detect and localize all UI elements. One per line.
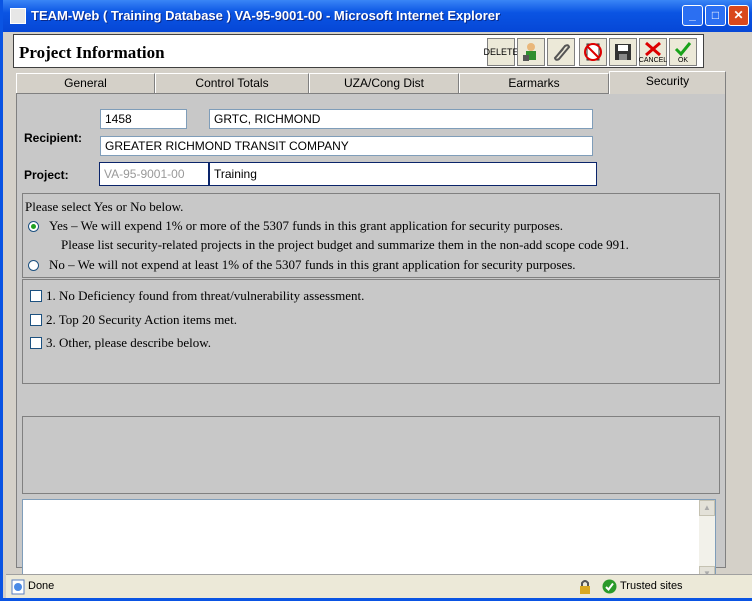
ie-page-icon	[11, 579, 25, 595]
other-description-textarea[interactable]: ▲ ▼	[22, 499, 716, 583]
status-bar: Done Trusted sites	[6, 574, 752, 598]
security-panel: Recipient: 1458 GRTC, RICHMOND GREATER R…	[16, 93, 726, 583]
project-label: Project:	[24, 168, 69, 182]
checkbox-no-deficiency-label: 1. No Deficiency found from threat/vulne…	[46, 288, 365, 303]
recipient-short-name-field[interactable]: GRTC, RICHMOND	[209, 109, 593, 129]
tab-uza-cong-dist[interactable]: UZA/Cong Dist	[309, 73, 459, 93]
person-tool-icon	[523, 43, 536, 61]
title-bar[interactable]: TEAM-Web ( Training Database ) VA-95-900…	[3, 0, 752, 32]
ok-label: OK	[677, 56, 689, 64]
recipient-full-name-field[interactable]: GREATER RICHMOND TRANSIT COMPANY	[100, 136, 593, 156]
cancel-button[interactable]: CANCEL	[639, 38, 667, 66]
close-button[interactable]: ✕	[728, 5, 749, 26]
recipient-label: Recipient:	[24, 131, 83, 145]
person-tool-button[interactable]	[517, 38, 545, 66]
attach-button[interactable]	[547, 38, 575, 66]
yes-radio[interactable]	[28, 221, 39, 232]
browser-window: TEAM-Web ( Training Database ) VA-95-900…	[0, 0, 752, 601]
project-name-field[interactable]: Training	[209, 162, 597, 186]
cancel-document-button[interactable]	[579, 38, 607, 66]
no-radio-label: No – We will not expend at least 1% of t…	[49, 257, 576, 272]
cancel-document-icon	[584, 43, 602, 61]
checkbox-other-label: 3. Other, please describe below.	[46, 335, 212, 350]
zone-label: Trusted sites	[620, 580, 683, 592]
minimize-button[interactable]: _	[682, 5, 703, 26]
lock-icon	[580, 580, 590, 594]
security-checks-box: 1. No Deficiency found from threat/vulne…	[22, 279, 720, 384]
paperclip-icon	[553, 44, 571, 61]
ie-window-icon	[10, 8, 26, 24]
recipient-id-field[interactable]: 1458	[100, 109, 187, 129]
tab-security[interactable]: Security	[609, 71, 726, 94]
tab-control-totals[interactable]: Control Totals	[155, 73, 309, 93]
ok-button[interactable]: OK	[669, 38, 697, 66]
checkbox-no-deficiency[interactable]	[30, 290, 42, 302]
page-content: Project Information DELETE CANCEL OK Gen…	[6, 32, 752, 583]
page-title: Project Information	[19, 43, 165, 62]
page-header: Project Information DELETE CANCEL OK	[13, 34, 704, 68]
tab-general[interactable]: General	[16, 73, 155, 93]
checkbox-top-20-label: 2. Top 20 Security Action items met.	[46, 312, 237, 327]
security-question-box: Please select Yes or No below. Yes – We …	[22, 193, 720, 278]
textarea-scrollbar[interactable]: ▲ ▼	[699, 500, 715, 582]
trusted-sites-icon	[602, 579, 617, 594]
select-prompt: Please select Yes or No below.	[25, 199, 184, 214]
status-text: Done	[28, 580, 55, 592]
cancel-x-icon	[645, 41, 661, 56]
tab-bar: General Control Totals UZA/Cong Dist Ear…	[16, 71, 726, 94]
yes-radio-label: Yes – We will expend 1% or more of the 5…	[49, 218, 564, 233]
scroll-up-icon[interactable]: ▲	[699, 500, 715, 516]
save-floppy-icon	[615, 44, 631, 60]
tab-earmarks[interactable]: Earmarks	[459, 73, 609, 93]
delete-button[interactable]: DELETE	[484, 38, 519, 66]
window-title: TEAM-Web ( Training Database ) VA-95-900…	[31, 8, 501, 23]
yes-instructions: Please list security-related projects in…	[61, 237, 629, 252]
cancel-label: CANCEL	[638, 56, 668, 64]
no-radio[interactable]	[28, 260, 39, 271]
project-number-field[interactable]: VA-95-9001-00	[99, 162, 209, 186]
checkbox-other[interactable]	[30, 337, 42, 349]
delete-icon: DELETE	[483, 47, 519, 57]
spacer-box	[22, 416, 720, 494]
checkbox-top-20[interactable]	[30, 314, 42, 326]
maximize-button[interactable]: □	[705, 5, 726, 26]
save-button[interactable]	[609, 38, 637, 66]
ok-checkmark-icon	[674, 41, 692, 56]
